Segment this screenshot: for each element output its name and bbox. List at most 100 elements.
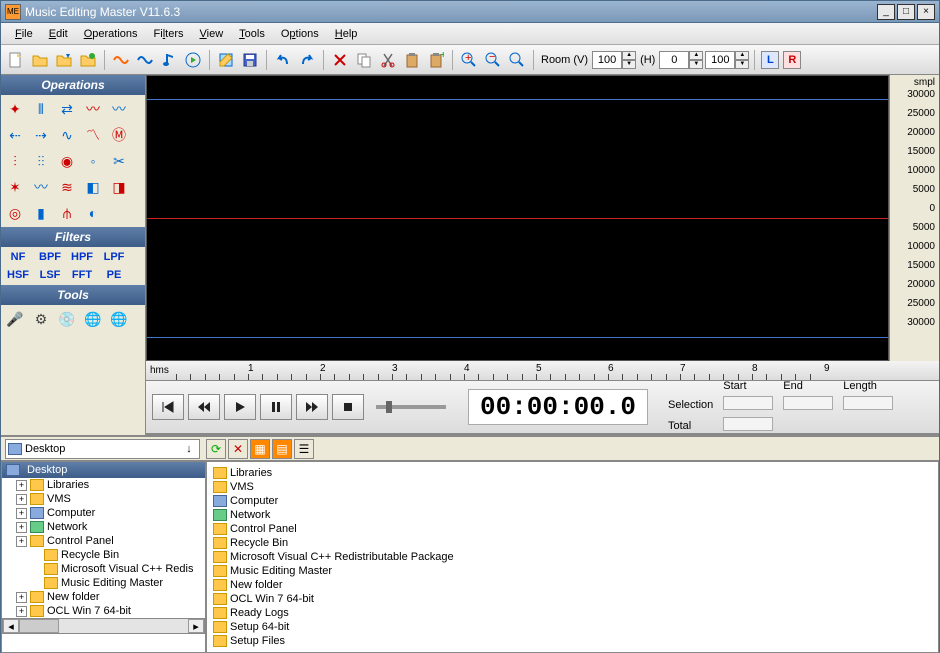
filter-hsf[interactable]: HSF	[5, 269, 31, 281]
tree-item[interactable]: Music Editing Master	[16, 576, 205, 590]
file-item[interactable]: Control Panel	[211, 522, 471, 536]
file-item[interactable]: VMS	[211, 480, 471, 494]
op-icon-13[interactable]: ◉	[57, 151, 77, 171]
tree-scrollbar[interactable]: ◂ ▸	[2, 618, 205, 634]
op-icon-23[interactable]: ⫛	[57, 203, 77, 223]
op-icon-17[interactable]: 〰	[31, 177, 51, 197]
file-item[interactable]: Setup 64-bit	[211, 620, 471, 634]
tree-root[interactable]: Desktop	[2, 462, 205, 478]
refresh-button[interactable]: ⟳	[206, 439, 226, 459]
wave-orange-button[interactable]	[110, 49, 132, 71]
globe2-icon[interactable]: 🌐	[109, 309, 129, 329]
path-selector[interactable]: Desktop ↓	[5, 439, 200, 459]
tree-item[interactable]: +VMS	[16, 492, 205, 506]
expand-icon[interactable]: +	[16, 606, 27, 617]
filter-pe[interactable]: PE	[101, 269, 127, 281]
skip-start-button[interactable]	[152, 394, 184, 420]
expand-icon[interactable]: +	[16, 494, 27, 505]
op-icon-5[interactable]: 〰	[109, 99, 129, 119]
cd-icon[interactable]: 💿	[57, 309, 77, 329]
tree-item[interactable]: +Control Panel	[16, 534, 205, 548]
mic-icon[interactable]: 🎤	[5, 309, 25, 329]
file-list[interactable]: LibrariesVMSComputerNetworkControl Panel…	[206, 461, 939, 653]
filter-lsf[interactable]: LSF	[37, 269, 63, 281]
op-icon-22[interactable]: ▮	[31, 203, 51, 223]
zoom-out-button[interactable]: −	[482, 49, 504, 71]
menu-file[interactable]: File	[7, 26, 41, 42]
menu-operations[interactable]: Operations	[76, 26, 146, 42]
save-button[interactable]	[239, 49, 261, 71]
menu-tools[interactable]: Tools	[231, 26, 273, 42]
redo-button[interactable]	[296, 49, 318, 71]
pause-button[interactable]	[260, 394, 292, 420]
op-icon-20[interactable]: ◨	[109, 177, 129, 197]
wave-canvas[interactable]: smpl 30000250002000015000100005000050001…	[146, 75, 939, 361]
rewind-button[interactable]	[188, 394, 220, 420]
room-v-spinner[interactable]: ▲▼	[592, 51, 636, 69]
close-button[interactable]: ×	[917, 4, 935, 20]
h-input-2[interactable]	[705, 51, 735, 69]
filter-lpf[interactable]: LPF	[101, 251, 127, 263]
file-item[interactable]: Microsoft Visual C++ Redistributable Pac…	[211, 550, 471, 564]
folder-tree[interactable]: Desktop +Libraries+VMS+Computer+Network+…	[1, 461, 206, 653]
wave-plot[interactable]	[146, 75, 889, 361]
file-item[interactable]: New folder	[211, 578, 471, 592]
op-icon-21[interactable]: ◎	[5, 203, 25, 223]
menu-help[interactable]: Help	[327, 26, 366, 42]
tree-item[interactable]: +Computer	[16, 506, 205, 520]
tree-item[interactable]: +Libraries	[16, 478, 205, 492]
copy-button[interactable]	[353, 49, 375, 71]
forward-button[interactable]	[296, 394, 328, 420]
h2-down[interactable]: ▼	[735, 60, 749, 69]
h1-up[interactable]: ▲	[689, 51, 703, 60]
op-icon-18[interactable]: ≋	[57, 177, 77, 197]
room-v-down[interactable]: ▼	[622, 60, 636, 69]
globe1-icon[interactable]: 🌐	[83, 309, 103, 329]
op-icon-1[interactable]: ✦	[5, 99, 25, 119]
filter-bpf[interactable]: BPF	[37, 251, 63, 263]
left-channel-button[interactable]: L	[761, 51, 779, 69]
maximize-button[interactable]: □	[897, 4, 915, 20]
room-v-input[interactable]	[592, 51, 622, 69]
op-icon-6[interactable]: ⇠	[5, 125, 25, 145]
op-icon-14[interactable]: ◦	[83, 151, 103, 171]
h2-up[interactable]: ▲	[735, 51, 749, 60]
scroll-left-button[interactable]: ◂	[3, 619, 19, 633]
expand-icon[interactable]: +	[16, 522, 27, 533]
op-icon-16[interactable]: ✶	[5, 177, 25, 197]
op-icon-10[interactable]: Ⓜ	[109, 125, 129, 145]
wave-blue-button[interactable]	[134, 49, 156, 71]
tree-item[interactable]: +OCL Win 7 64-bit	[16, 604, 205, 618]
h1-down[interactable]: ▼	[689, 60, 703, 69]
gear-icon[interactable]: ⚙	[31, 309, 51, 329]
h-spinner-1[interactable]: ▲▼	[659, 51, 703, 69]
op-icon-2[interactable]: ⫴	[31, 99, 51, 119]
play-button[interactable]	[224, 394, 256, 420]
stop-button[interactable]	[332, 394, 364, 420]
filter-fft[interactable]: FFT	[69, 269, 95, 281]
view-small-button[interactable]: ▤	[272, 439, 292, 459]
op-icon-24[interactable]: ◐	[83, 203, 103, 223]
open-button[interactable]	[29, 49, 51, 71]
tree-item[interactable]: Microsoft Visual C++ Redis	[16, 562, 205, 576]
edit-button[interactable]	[215, 49, 237, 71]
view-large-button[interactable]: ▦	[250, 439, 270, 459]
export-button[interactable]	[77, 49, 99, 71]
expand-icon[interactable]: +	[16, 536, 27, 547]
paste-button[interactable]	[401, 49, 423, 71]
op-icon-8[interactable]: ∿	[57, 125, 77, 145]
room-v-up[interactable]: ▲	[622, 51, 636, 60]
time-ruler[interactable]: hms 123456789	[146, 361, 939, 381]
minimize-button[interactable]: _	[877, 4, 895, 20]
menu-edit[interactable]: Edit	[41, 26, 76, 42]
op-icon-9[interactable]: 〽	[83, 125, 103, 145]
file-item[interactable]: Music Editing Master	[211, 564, 471, 578]
filter-nf[interactable]: NF	[5, 251, 31, 263]
op-icon-4[interactable]: 〰	[83, 99, 103, 119]
file-item[interactable]: Libraries	[211, 466, 471, 480]
tree-item[interactable]: +Network	[16, 520, 205, 534]
scroll-right-button[interactable]: ▸	[188, 619, 204, 633]
menu-view[interactable]: View	[192, 26, 232, 42]
h-spinner-2[interactable]: ▲▼	[705, 51, 749, 69]
tree-item[interactable]: +New folder	[16, 590, 205, 604]
